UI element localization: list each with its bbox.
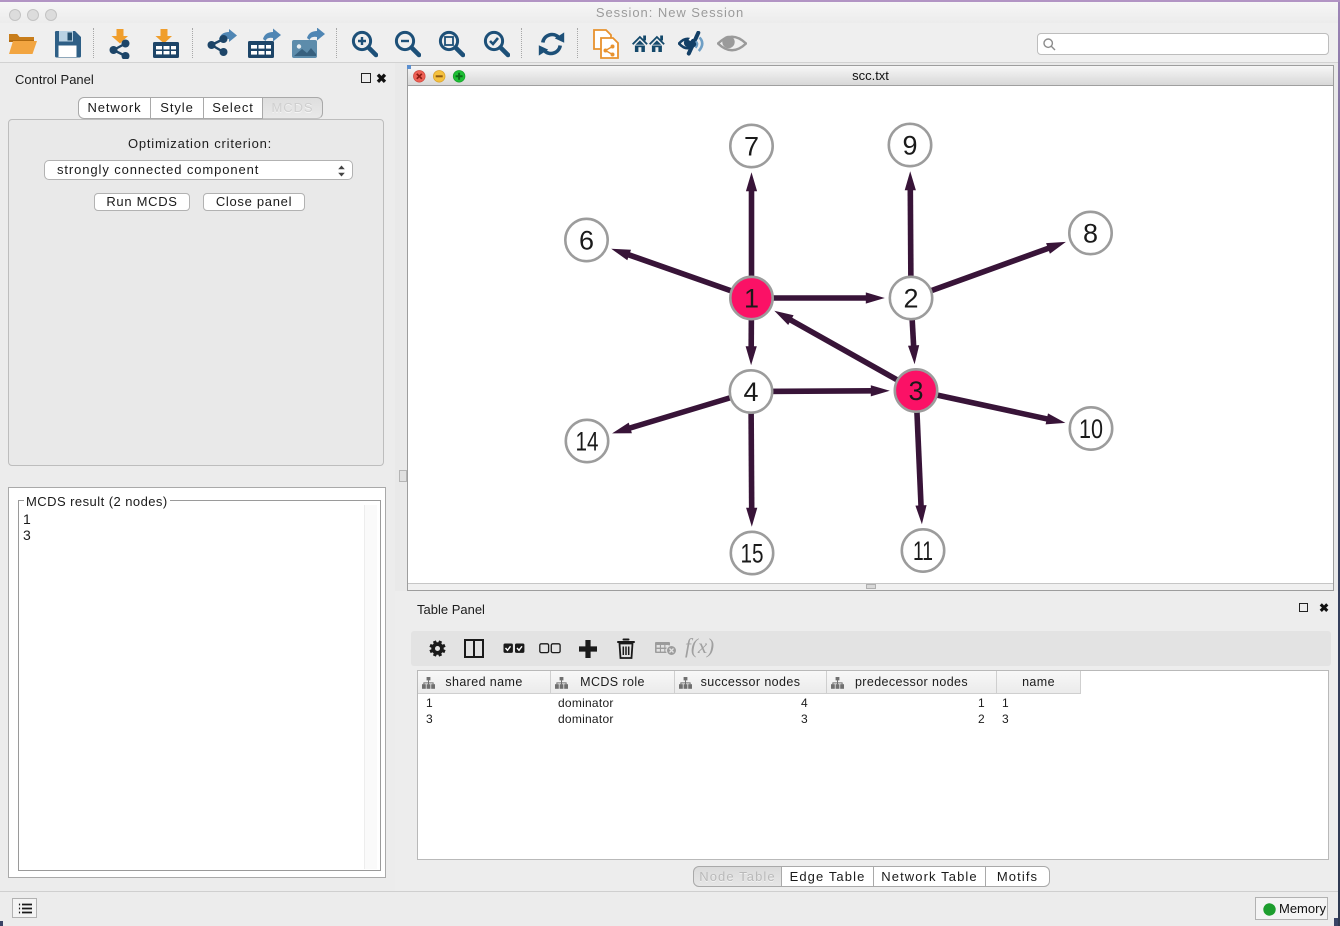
svg-text:10: 10 (1079, 414, 1103, 444)
svg-text:1: 1 (744, 284, 759, 314)
svg-text:2: 2 (903, 284, 918, 314)
svg-text:7: 7 (744, 132, 759, 162)
svg-text:14: 14 (576, 427, 599, 457)
svg-text:11: 11 (913, 536, 933, 566)
svg-text:15: 15 (741, 539, 764, 569)
svg-text:8: 8 (1083, 219, 1098, 249)
svg-text:3: 3 (908, 376, 923, 406)
svg-text:9: 9 (902, 131, 917, 161)
svg-text:6: 6 (579, 226, 594, 256)
svg-text:4: 4 (743, 377, 758, 407)
